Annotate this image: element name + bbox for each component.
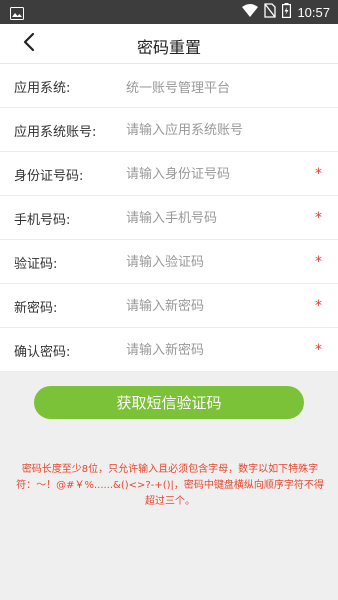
form-row-app-system: 应用系统: 统一账号管理平台 <box>0 64 338 108</box>
verify-code-input[interactable] <box>126 253 306 271</box>
no-sim-icon <box>264 2 277 22</box>
phone-label: 手机号码: <box>14 213 71 228</box>
new-password-input[interactable] <box>126 297 306 315</box>
confirm-password-label: 确认密码: <box>14 345 71 360</box>
clock-time: 10:57 <box>297 4 330 20</box>
page-title: 密码重置 <box>136 38 201 57</box>
get-sms-code-button[interactable]: 获取短信验证码 <box>34 386 304 419</box>
app-system-label: 应用系统: <box>14 81 71 96</box>
form-row-confirm-password: 确认密码: * <box>0 328 338 372</box>
required-mark: * <box>315 210 322 226</box>
new-password-label: 新密码: <box>14 301 58 316</box>
app-system-value: 统一账号管理平台 <box>126 81 231 96</box>
required-mark: * <box>315 342 322 358</box>
form-row-phone: 手机号码: * <box>0 196 338 240</box>
status-bar: 10:57 <box>0 0 338 24</box>
form-row-app-account: 应用系统账号: <box>0 108 338 152</box>
password-rules-note: 密码长度至少8位，只允许输入且必须包含字母，数字以如下特殊字符：～！@#￥%..… <box>16 464 324 507</box>
id-number-input[interactable] <box>126 165 306 183</box>
header-bar: 密码重置 <box>0 24 338 64</box>
form-row-new-password: 新密码: * <box>0 284 338 328</box>
image-icon <box>10 5 24 24</box>
id-number-label: 身份证号码: <box>14 169 84 184</box>
app-account-input[interactable] <box>126 121 306 139</box>
required-mark: * <box>315 298 322 314</box>
required-mark: * <box>315 254 322 270</box>
battery-icon <box>282 2 292 22</box>
wifi-icon <box>242 3 259 22</box>
reset-form: 应用系统: 统一账号管理平台 应用系统账号: 身份证号码: * 手机号码: * … <box>0 64 338 372</box>
phone-input[interactable] <box>126 209 306 227</box>
confirm-password-input[interactable] <box>126 341 306 359</box>
required-mark: * <box>315 166 322 182</box>
app-account-label: 应用系统账号: <box>14 125 97 140</box>
form-row-verify-code: 验证码: * <box>0 240 338 284</box>
verify-code-label: 验证码: <box>14 257 58 272</box>
form-row-id-number: 身份证号码: * <box>0 152 338 196</box>
